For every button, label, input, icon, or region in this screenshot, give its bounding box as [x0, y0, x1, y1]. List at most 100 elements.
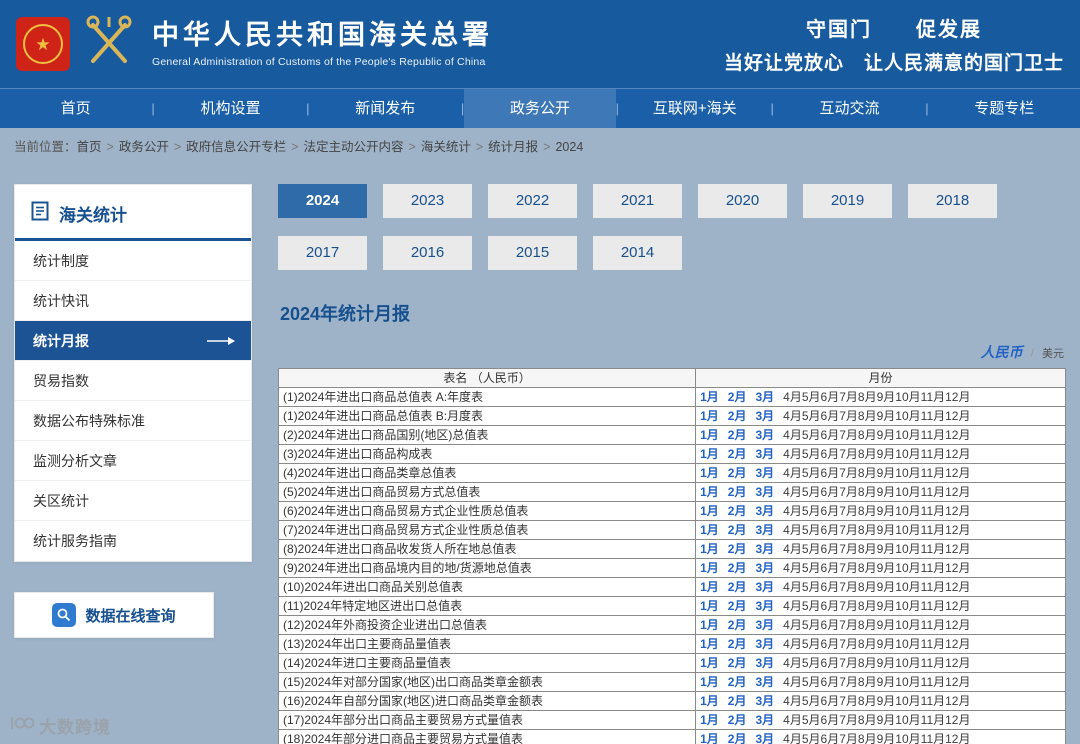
month-link[interactable]: 2月 — [728, 542, 747, 556]
month-link[interactable]: 1月 — [700, 390, 719, 404]
month-link[interactable]: 2月 — [728, 561, 747, 575]
table-row: (13)2024年出口主要商品量值表 1月 2月 3月 4月5月6月7月8月9月10月1… — [277, 634, 1066, 654]
month-link[interactable]: 2月 — [728, 637, 747, 651]
month-link[interactable]: 3月 — [755, 428, 774, 442]
nav-item-0[interactable]: 首页 — [0, 89, 151, 128]
month-link[interactable]: 3月 — [755, 694, 774, 708]
month-label: 6月 — [820, 447, 840, 461]
nav-item-5[interactable]: 互动交流 — [774, 89, 925, 128]
month-link[interactable]: 2月 — [728, 485, 747, 499]
month-link[interactable]: 3月 — [755, 523, 774, 537]
month-link[interactable]: 3月 — [755, 561, 774, 575]
month-link[interactable]: 3月 — [755, 485, 774, 499]
table-name-cell: (1)2024年进出口商品总值表 B:月度表 — [277, 406, 697, 426]
month-link[interactable]: 2月 — [728, 599, 747, 613]
breadcrumb-item-5[interactable]: 统计月报 — [488, 140, 538, 154]
currency-usd-button[interactable]: 美元 — [1042, 345, 1064, 361]
month-link[interactable]: 1月 — [700, 561, 719, 575]
month-label: 12月 — [945, 637, 971, 651]
month-label: 9月 — [876, 675, 896, 689]
month-label: 7月 — [839, 580, 858, 594]
sidebar-item-2[interactable]: 统计月报 — [15, 321, 251, 361]
month-link[interactable]: 1月 — [700, 637, 719, 651]
breadcrumb-item-3[interactable]: 法定主动公开内容 — [304, 140, 404, 154]
month-link[interactable]: 1月 — [700, 694, 719, 708]
month-link[interactable]: 1月 — [700, 523, 719, 537]
year-tab-2020[interactable]: 2020 — [698, 184, 787, 218]
month-link[interactable]: 3月 — [755, 675, 774, 689]
month-link[interactable]: 3月 — [755, 409, 774, 423]
month-link[interactable]: 2月 — [728, 390, 747, 404]
month-link[interactable]: 3月 — [755, 656, 774, 670]
nav-item-3[interactable]: 政务公开 — [464, 89, 616, 128]
month-link[interactable]: 2月 — [728, 466, 747, 480]
month-link[interactable]: 2月 — [728, 675, 747, 689]
sidebar-item-6[interactable]: 关区统计 — [15, 481, 251, 521]
month-link[interactable]: 3月 — [755, 504, 774, 518]
year-tab-2019[interactable]: 2019 — [803, 184, 892, 218]
nav-item-1[interactable]: 机构设置 — [155, 89, 306, 128]
month-link[interactable]: 1月 — [700, 428, 719, 442]
year-tab-2023[interactable]: 2023 — [383, 184, 472, 218]
year-tab-2016[interactable]: 2016 — [383, 236, 472, 270]
month-link[interactable]: 2月 — [728, 618, 747, 632]
month-link[interactable]: 1月 — [700, 580, 719, 594]
month-link[interactable]: 2月 — [728, 694, 747, 708]
year-tab-2018[interactable]: 2018 — [908, 184, 997, 218]
month-link[interactable]: 3月 — [755, 580, 774, 594]
nav-item-4[interactable]: 互联网+海关 — [619, 89, 770, 128]
month-link[interactable]: 2月 — [728, 504, 747, 518]
month-link[interactable]: 3月 — [755, 466, 774, 480]
month-link[interactable]: 1月 — [700, 713, 719, 727]
month-link[interactable]: 2月 — [728, 656, 747, 670]
sidebar-item-7[interactable]: 统计服务指南 — [15, 521, 251, 561]
sidebar-item-5[interactable]: 监测分析文章 — [15, 441, 251, 481]
data-query-button[interactable]: 数据在线查询 — [14, 592, 214, 638]
month-link[interactable]: 3月 — [755, 599, 774, 613]
year-tab-2017[interactable]: 2017 — [278, 236, 367, 270]
nav-item-6[interactable]: 专题专栏 — [929, 89, 1080, 128]
month-link[interactable]: 2月 — [728, 428, 747, 442]
year-tab-2021[interactable]: 2021 — [593, 184, 682, 218]
nav-item-2[interactable]: 新闻发布 — [310, 89, 461, 128]
month-link[interactable]: 2月 — [728, 580, 747, 594]
sidebar-item-0[interactable]: 统计制度 — [15, 241, 251, 281]
month-link[interactable]: 2月 — [728, 523, 747, 537]
month-link[interactable]: 3月 — [755, 732, 774, 744]
month-link[interactable]: 1月 — [700, 485, 719, 499]
currency-rmb-button[interactable]: 人民币 — [981, 342, 1023, 362]
month-link[interactable]: 2月 — [728, 732, 747, 744]
month-link[interactable]: 1月 — [700, 618, 719, 632]
year-tab-2022[interactable]: 2022 — [488, 184, 577, 218]
month-link[interactable]: 1月 — [700, 675, 719, 689]
breadcrumb-item-6[interactable]: 2024 — [555, 140, 583, 154]
month-link[interactable]: 1月 — [700, 466, 719, 480]
month-link[interactable]: 1月 — [700, 447, 719, 461]
sidebar-item-1[interactable]: 统计快讯 — [15, 281, 251, 321]
breadcrumb-item-1[interactable]: 政务公开 — [119, 140, 169, 154]
document-icon — [31, 201, 49, 226]
year-tab-2015[interactable]: 2015 — [488, 236, 577, 270]
month-link[interactable]: 3月 — [755, 390, 774, 404]
month-link[interactable]: 1月 — [700, 732, 719, 744]
month-link[interactable]: 2月 — [728, 409, 747, 423]
breadcrumb-item-0[interactable]: 首页 — [77, 140, 102, 154]
month-link[interactable]: 3月 — [755, 713, 774, 727]
month-link[interactable]: 1月 — [700, 599, 719, 613]
month-link[interactable]: 2月 — [728, 447, 747, 461]
year-tab-2024[interactable]: 2024 — [278, 184, 367, 218]
year-tab-2014[interactable]: 2014 — [593, 236, 682, 270]
month-link[interactable]: 1月 — [700, 656, 719, 670]
month-link[interactable]: 3月 — [755, 618, 774, 632]
sidebar-item-4[interactable]: 数据公布特殊标准 — [15, 401, 251, 441]
breadcrumb-item-2[interactable]: 政府信息公开专栏 — [186, 140, 286, 154]
month-link[interactable]: 3月 — [755, 637, 774, 651]
month-link[interactable]: 1月 — [700, 409, 719, 423]
month-link[interactable]: 3月 — [755, 447, 774, 461]
month-link[interactable]: 3月 — [755, 542, 774, 556]
month-link[interactable]: 1月 — [700, 504, 719, 518]
sidebar-item-3[interactable]: 贸易指数 — [15, 361, 251, 401]
breadcrumb-item-4[interactable]: 海关统计 — [421, 140, 471, 154]
month-link[interactable]: 2月 — [728, 713, 747, 727]
month-link[interactable]: 1月 — [700, 542, 719, 556]
